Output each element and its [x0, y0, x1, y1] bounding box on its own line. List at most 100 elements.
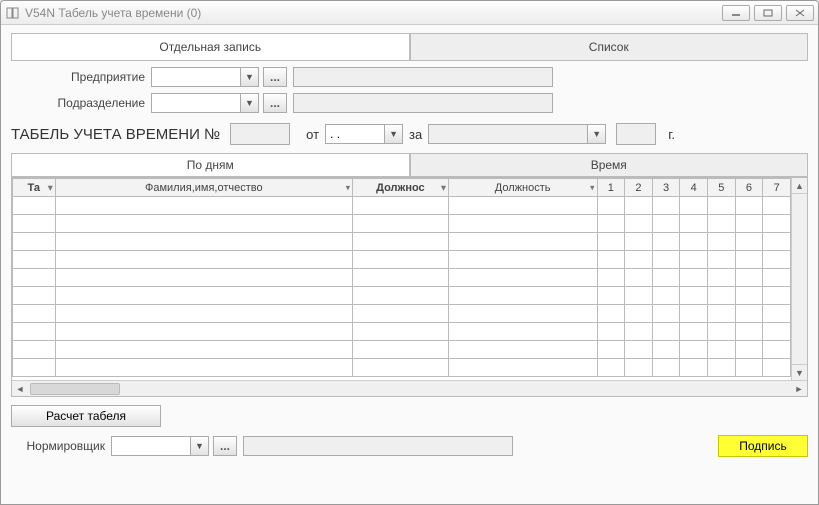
enterprise-input[interactable] — [151, 67, 241, 87]
table-row[interactable] — [13, 359, 791, 377]
table-cell[interactable] — [353, 359, 449, 377]
filter-icon[interactable]: ▾ — [441, 182, 446, 193]
table-cell[interactable] — [708, 197, 736, 215]
table-cell[interactable] — [680, 197, 708, 215]
table-cell[interactable] — [708, 305, 736, 323]
table-cell[interactable] — [625, 323, 653, 341]
enterprise-lookup-button[interactable]: ... — [263, 67, 287, 87]
table-cell[interactable] — [448, 341, 597, 359]
table-cell[interactable] — [763, 287, 791, 305]
col-fio[interactable]: Фамилия,имя,отчество▾ — [55, 179, 353, 197]
table-cell[interactable] — [597, 269, 625, 287]
table-cell[interactable] — [353, 341, 449, 359]
scroll-right-icon[interactable]: ► — [791, 381, 807, 396]
table-cell[interactable] — [448, 233, 597, 251]
table-cell[interactable] — [680, 305, 708, 323]
table-cell[interactable] — [652, 233, 680, 251]
normalizer-input[interactable] — [111, 436, 191, 456]
table-row[interactable] — [13, 305, 791, 323]
table-cell[interactable] — [652, 269, 680, 287]
table-cell[interactable] — [763, 233, 791, 251]
table-cell[interactable] — [652, 197, 680, 215]
scroll-thumb[interactable] — [30, 383, 120, 395]
table-cell[interactable] — [763, 251, 791, 269]
table-cell[interactable] — [448, 251, 597, 269]
chevron-down-icon[interactable]: ▼ — [241, 93, 259, 113]
table-cell[interactable] — [353, 233, 449, 251]
table-cell[interactable] — [735, 359, 763, 377]
table-cell[interactable] — [13, 359, 56, 377]
table-cell[interactable] — [708, 323, 736, 341]
department-lookup-button[interactable]: ... — [263, 93, 287, 113]
table-row[interactable] — [13, 197, 791, 215]
table-cell[interactable] — [55, 251, 353, 269]
table-cell[interactable] — [708, 251, 736, 269]
table-cell[interactable] — [597, 287, 625, 305]
table-cell[interactable] — [708, 269, 736, 287]
horizontal-scrollbar[interactable]: ◄ ► — [12, 380, 807, 396]
table-cell[interactable] — [735, 305, 763, 323]
table-cell[interactable] — [55, 287, 353, 305]
table-cell[interactable] — [13, 215, 56, 233]
subtab-time[interactable]: Время — [410, 153, 809, 176]
table-cell[interactable] — [353, 215, 449, 233]
table-cell[interactable] — [625, 287, 653, 305]
table-cell[interactable] — [680, 269, 708, 287]
table-cell[interactable] — [13, 323, 56, 341]
table-cell[interactable] — [763, 323, 791, 341]
table-cell[interactable] — [353, 323, 449, 341]
filter-icon[interactable]: ▾ — [346, 182, 351, 193]
table-row[interactable] — [13, 269, 791, 287]
table-cell[interactable] — [13, 233, 56, 251]
table-cell[interactable] — [735, 215, 763, 233]
col-day-5[interactable]: 5 — [708, 179, 736, 197]
table-cell[interactable] — [597, 233, 625, 251]
table-cell[interactable] — [448, 359, 597, 377]
table-cell[interactable] — [55, 197, 353, 215]
year-field[interactable] — [616, 123, 656, 145]
scroll-down-icon[interactable]: ▼ — [792, 364, 807, 380]
table-cell[interactable] — [652, 359, 680, 377]
table-cell[interactable] — [55, 323, 353, 341]
table-cell[interactable] — [680, 233, 708, 251]
table-cell[interactable] — [625, 215, 653, 233]
subtab-by-days[interactable]: По дням — [11, 153, 410, 176]
table-cell[interactable] — [652, 215, 680, 233]
table-row[interactable] — [13, 287, 791, 305]
table-cell[interactable] — [735, 287, 763, 305]
table-row[interactable] — [13, 233, 791, 251]
table-cell[interactable] — [763, 215, 791, 233]
table-cell[interactable] — [680, 251, 708, 269]
table-cell[interactable] — [652, 287, 680, 305]
col-day-6[interactable]: 6 — [735, 179, 763, 197]
col-position[interactable]: Должность▾ — [448, 179, 597, 197]
table-cell[interactable] — [763, 341, 791, 359]
table-cell[interactable] — [353, 269, 449, 287]
table-cell[interactable] — [597, 251, 625, 269]
table-cell[interactable] — [625, 233, 653, 251]
tab-list[interactable]: Список — [410, 33, 809, 60]
col-day-1[interactable]: 1 — [597, 179, 625, 197]
table-cell[interactable] — [735, 197, 763, 215]
table-cell[interactable] — [708, 215, 736, 233]
table-cell[interactable] — [13, 197, 56, 215]
table-cell[interactable] — [448, 197, 597, 215]
table-cell[interactable] — [680, 359, 708, 377]
chevron-down-icon[interactable]: ▼ — [241, 67, 259, 87]
table-cell[interactable] — [708, 233, 736, 251]
table-cell[interactable] — [735, 251, 763, 269]
table-cell[interactable] — [13, 305, 56, 323]
table-cell[interactable] — [353, 197, 449, 215]
table-cell[interactable] — [625, 197, 653, 215]
table-cell[interactable] — [680, 323, 708, 341]
table-cell[interactable] — [55, 359, 353, 377]
close-button[interactable] — [786, 5, 814, 21]
table-cell[interactable] — [763, 269, 791, 287]
date-from-input[interactable] — [325, 124, 385, 144]
table-cell[interactable] — [735, 323, 763, 341]
table-cell[interactable] — [597, 215, 625, 233]
table-cell[interactable] — [680, 215, 708, 233]
table-cell[interactable] — [625, 251, 653, 269]
table-cell[interactable] — [13, 341, 56, 359]
table-cell[interactable] — [735, 233, 763, 251]
